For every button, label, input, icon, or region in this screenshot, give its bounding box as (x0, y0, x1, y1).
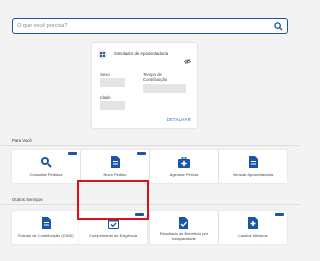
highlight-box (77, 180, 149, 220)
search-document-icon (40, 156, 52, 168)
document-check-icon (178, 217, 190, 229)
document-icon (40, 217, 52, 229)
tile-label: Consultar Pedidos (29, 172, 63, 177)
document-icon (109, 156, 121, 168)
tile-label: Simular Aposentadoria (232, 172, 274, 177)
medical-kit-icon (178, 156, 190, 168)
eye-off-icon[interactable] (184, 51, 191, 64)
divider (0, 145, 300, 146)
tile-consultar-pedidos[interactable]: Consultar Pedidos (12, 150, 80, 183)
tile-label: Resultado de Benefício por Incapacidade (159, 231, 209, 241)
sexo-value (100, 78, 125, 87)
tile-simular-aposentadoria[interactable]: Simular Aposentadoria (219, 150, 287, 183)
new-badge (137, 152, 146, 155)
tile-label: Cumprimento de Exigência (88, 233, 138, 238)
tile-label: Laudos Médicos (238, 233, 268, 238)
tile-label: Agendar Perícia (169, 172, 199, 177)
document-icon (247, 156, 259, 168)
tile-resultado-beneficio[interactable]: Resultado de Benefício por Incapacidade (150, 211, 218, 244)
idade-label: Idade (100, 95, 111, 100)
new-badge (275, 213, 284, 216)
tempo-contribuicao-value (143, 84, 186, 93)
simulator-card: Simulador de Aposentadoria Sexo Tempo de… (92, 43, 197, 128)
search-input[interactable] (17, 23, 272, 29)
detalhar-link[interactable]: DETALHAR (167, 117, 191, 122)
grid-icon (98, 50, 107, 59)
divider (0, 204, 300, 205)
search-bar[interactable] (12, 18, 288, 34)
tile-label: Novo Pedido (103, 172, 127, 177)
section-title-outros-servicos: Outros Serviços (12, 197, 43, 202)
idade-value (100, 101, 125, 110)
simulator-title: Simulador de Aposentadoria (114, 51, 168, 56)
tile-agendar-pericia[interactable]: Agendar Perícia (150, 150, 218, 183)
tempo-contribuicao-label: Tempo de Contribuição (143, 72, 168, 82)
search-icon[interactable] (272, 20, 284, 32)
sexo-label: Sexo (100, 72, 110, 77)
section-title-para-voce: Para Você (12, 138, 32, 143)
tile-extrato-contribuicao[interactable]: Extrato de Contribuição (CNIS) (12, 211, 80, 244)
tile-laudos-medicos[interactable]: Laudos Médicos (219, 211, 287, 244)
tile-label: Extrato de Contribuição (CNIS) (18, 233, 74, 238)
tile-novo-pedido[interactable]: Novo Pedido (81, 150, 149, 183)
new-badge (68, 152, 77, 155)
medical-document-icon (247, 217, 259, 229)
